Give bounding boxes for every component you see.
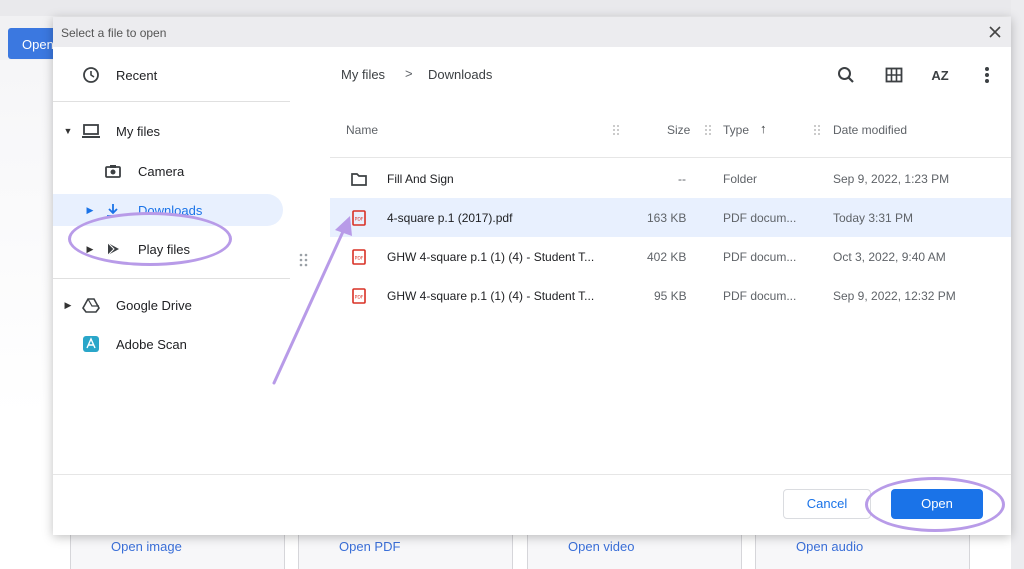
file-size: 402 KB [647, 250, 687, 264]
open-video-link[interactable]: Open video [527, 533, 742, 569]
open-annotation-circle [865, 477, 1005, 532]
background-top-bar [0, 0, 1024, 16]
svg-text:PDF: PDF [355, 256, 364, 262]
grid-view-icon[interactable] [882, 63, 906, 87]
svg-text:PDF: PDF [355, 217, 364, 223]
google-drive-icon [81, 295, 101, 315]
clock-icon [81, 65, 101, 85]
sidebar-item-recent[interactable]: Recent [53, 59, 290, 91]
more-vert-icon[interactable] [975, 63, 999, 87]
table-row[interactable]: PDF 4-square p.1 (2017).pdf 163 KB PDF d… [330, 198, 1011, 237]
adobe-scan-icon [81, 334, 101, 354]
sidebar-item-camera[interactable]: Camera [53, 155, 290, 187]
column-resize-icon[interactable] [612, 124, 620, 136]
table-row[interactable]: PDF GHW 4-square p.1 (1) (4) - Student T… [330, 237, 1011, 276]
background-right-strip [1011, 0, 1024, 569]
breadcrumb-my-files[interactable]: My files [341, 67, 385, 82]
file-name: GHW 4-square p.1 (1) (4) - Student T... [387, 289, 595, 303]
downloads-annotation-circle [68, 212, 232, 266]
sort-az-icon[interactable]: AZ [928, 63, 952, 87]
sidebar-item-my-files[interactable]: ▼ My files [53, 115, 290, 147]
footer-divider [53, 474, 1011, 475]
open-pdf-link[interactable]: Open PDF [298, 533, 513, 569]
toolbar: My files > Downloads AZ [330, 47, 1011, 102]
pdf-icon: PDF [352, 249, 366, 265]
file-type: PDF docum... [723, 211, 797, 225]
background-action-links: Open image Open PDF Open video Open audi… [70, 533, 990, 569]
folder-icon [351, 173, 367, 186]
sort-ascending-icon[interactable]: ↑ [760, 121, 767, 136]
expand-arrow-icon[interactable]: ▶ [85, 205, 95, 216]
sidebar-item-label: Google Drive [116, 297, 192, 313]
file-name: 4-square p.1 (2017).pdf [387, 211, 513, 225]
sidebar-item-google-drive[interactable]: ▶ Google Drive [53, 289, 290, 321]
collapse-arrow-icon[interactable]: ▼ [63, 126, 73, 136]
search-icon[interactable] [834, 63, 858, 87]
column-header-size[interactable]: Size [667, 123, 690, 137]
file-size: -- [678, 172, 686, 186]
splitter-handle-icon[interactable] [299, 253, 309, 267]
open-image-link[interactable]: Open image [70, 533, 285, 569]
table-row[interactable]: PDF GHW 4-square p.1 (1) (4) - Student T… [330, 276, 1011, 315]
svg-text:PDF: PDF [355, 295, 364, 301]
dialog-titlebar: Select a file to open [53, 17, 1011, 47]
file-type: PDF docum... [723, 289, 797, 303]
file-date: Sep 9, 2022, 12:32 PM [833, 289, 956, 303]
list-header: Name Size Type ↑ Date modified [330, 102, 1011, 158]
camera-icon [103, 161, 123, 181]
column-header-type[interactable]: Type [723, 123, 749, 137]
sidebar-item-label: My files [116, 123, 161, 139]
sidebar-item-adobe-scan[interactable]: Adobe Scan [53, 328, 290, 360]
pdf-icon: PDF [352, 210, 366, 226]
close-icon[interactable] [987, 24, 1003, 40]
dialog-title: Select a file to open [61, 26, 167, 40]
sidebar-divider [53, 101, 290, 102]
file-type: PDF docum... [723, 250, 797, 264]
sidebar: Recent ▼ My files Camera ▶ Downloads ▶ P… [53, 47, 290, 474]
file-picker-dialog: Select a file to open Recent ▼ My files … [53, 17, 1011, 535]
sidebar-item-label: Recent [116, 67, 158, 83]
file-name: Fill And Sign [387, 172, 454, 186]
sidebar-item-label: Camera [138, 163, 185, 179]
open-audio-link[interactable]: Open audio [755, 533, 970, 569]
laptop-icon [81, 121, 101, 141]
file-date: Oct 3, 2022, 9:40 AM [833, 250, 946, 264]
column-header-date[interactable]: Date modified [833, 123, 907, 137]
file-date: Sep 9, 2022, 1:23 PM [833, 172, 950, 186]
file-list: Name Size Type ↑ Date modified Fill And … [330, 102, 1011, 474]
column-header-name[interactable]: Name [346, 123, 378, 137]
sidebar-item-label: Adobe Scan [116, 336, 187, 352]
file-size: 95 KB [654, 289, 687, 303]
file-date: Today 3:31 PM [833, 211, 914, 225]
file-size: 163 KB [647, 211, 687, 225]
column-resize-icon[interactable] [813, 124, 821, 136]
table-row[interactable]: Fill And Sign -- Folder Sep 9, 2022, 1:2… [330, 159, 1011, 198]
sidebar-divider [53, 278, 290, 279]
file-type: Folder [723, 172, 758, 186]
column-resize-icon[interactable] [704, 124, 712, 136]
pdf-icon: PDF [352, 288, 366, 304]
expand-arrow-icon[interactable]: ▶ [63, 300, 73, 311]
file-name: GHW 4-square p.1 (1) (4) - Student T... [387, 250, 595, 264]
breadcrumb-downloads[interactable]: Downloads [428, 67, 492, 82]
cancel-button[interactable]: Cancel [783, 489, 871, 519]
breadcrumb-separator: > [405, 66, 413, 81]
